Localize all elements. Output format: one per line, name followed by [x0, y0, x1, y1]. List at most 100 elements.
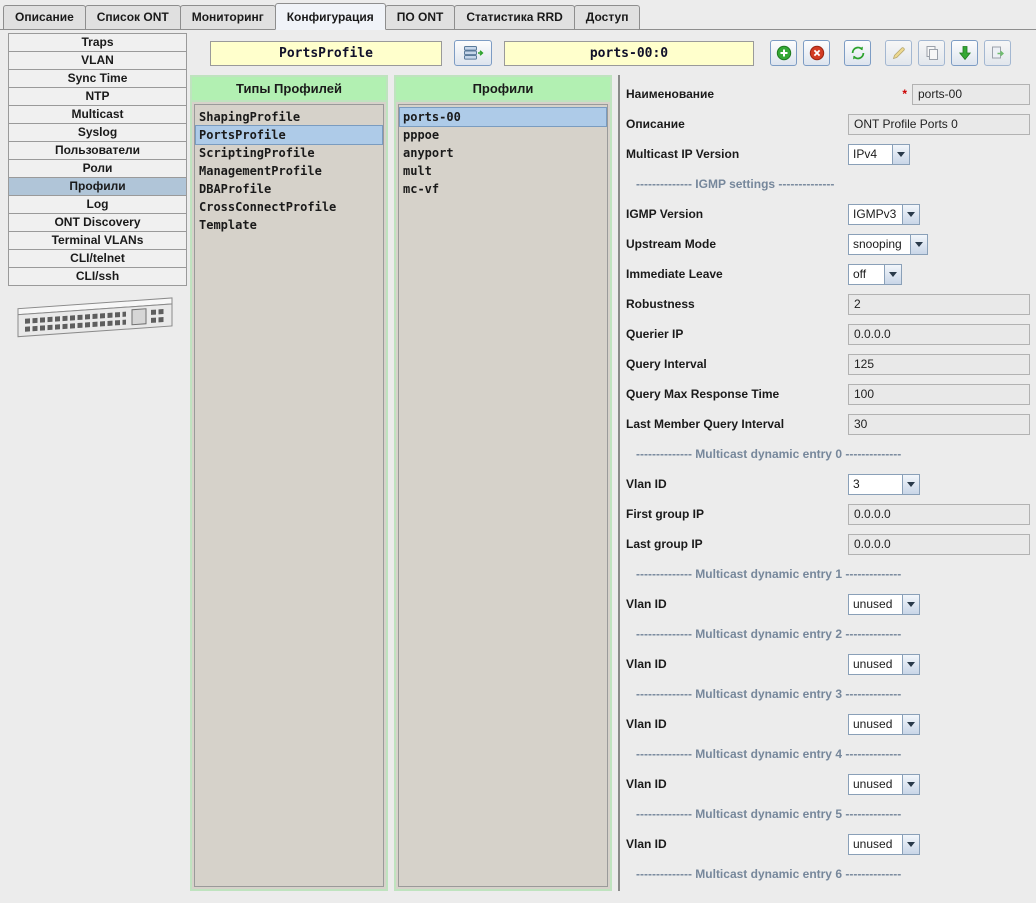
sidebar-item-roles[interactable]: Роли	[8, 159, 187, 178]
sidebar-item-cli-ssh[interactable]: CLI/ssh	[8, 267, 187, 286]
sidebar-item-terminal-vlans[interactable]: Terminal VLANs	[8, 231, 187, 250]
tab-configuration[interactable]: Конфигурация	[275, 3, 386, 30]
vlan-id-0-select[interactable]: 3	[848, 474, 920, 495]
profile-item-ports-00[interactable]: ports-00	[400, 108, 606, 126]
field-label: Last group IP	[626, 537, 848, 551]
chevron-down-icon[interactable]	[884, 265, 901, 284]
chevron-down-icon[interactable]	[902, 655, 919, 674]
type-item-scripting-profile[interactable]: ScriptingProfile	[196, 144, 382, 162]
tab-access[interactable]: Доступ	[574, 5, 641, 29]
chevron-down-icon[interactable]	[910, 235, 927, 254]
profile-item-mult[interactable]: mult	[400, 162, 606, 180]
chevron-down-icon[interactable]	[902, 595, 919, 614]
first-group-ip-input[interactable]	[848, 504, 1030, 525]
field-label: First group IP	[626, 507, 848, 521]
name-input[interactable]	[912, 84, 1030, 105]
vlan-id-2-select[interactable]: unused	[848, 654, 920, 675]
multicast-ip-version-select[interactable]: IPv4	[848, 144, 910, 165]
form-row: Multicast IP Version IPv4	[626, 139, 1030, 169]
pencil-icon	[891, 45, 907, 61]
sidebar-item-syslog[interactable]: Syslog	[8, 123, 187, 142]
form-row: Robustness	[626, 289, 1030, 319]
igmp-version-select[interactable]: IGMPv3	[848, 204, 920, 225]
sidebar-item-ont-discovery[interactable]: ONT Discovery	[8, 213, 187, 232]
add-button[interactable]	[770, 40, 797, 66]
refresh-button[interactable]	[844, 40, 871, 66]
type-item-template[interactable]: Template	[196, 216, 382, 234]
assign-profile-button[interactable]	[454, 40, 492, 66]
chevron-down-icon[interactable]	[902, 475, 919, 494]
form-section-row: -------------- Multicast dynamic entry 0…	[626, 439, 1030, 469]
vlan-id-4-select[interactable]: unused	[848, 774, 920, 795]
combo-value: unused	[849, 655, 902, 674]
sidebar-item-profiles[interactable]: Профили	[8, 177, 187, 196]
form-row: Наименование *	[626, 79, 1030, 109]
vlan-id-1-select[interactable]: unused	[848, 594, 920, 615]
profile-toolbar	[764, 40, 1011, 66]
immediate-leave-select[interactable]: off	[848, 264, 902, 285]
type-item-crossconnect-profile[interactable]: CrossConnectProfile	[196, 198, 382, 216]
type-item-shaping-profile[interactable]: ShapingProfile	[196, 108, 382, 126]
field-label: Upstream Mode	[626, 237, 848, 251]
download-button[interactable]	[951, 40, 978, 66]
chevron-down-icon[interactable]	[902, 715, 919, 734]
chevron-down-icon[interactable]	[902, 775, 919, 794]
sidebar-item-cli-telnet[interactable]: CLI/telnet	[8, 249, 187, 268]
tab-monitoring[interactable]: Мониторинг	[180, 5, 276, 29]
selected-profile-field: ports-00:0	[504, 41, 754, 66]
export-button[interactable]	[984, 40, 1011, 66]
combo-value: 3	[849, 475, 902, 494]
device-image	[14, 294, 187, 340]
chevron-down-icon[interactable]	[902, 205, 919, 224]
sidebar-item-traps[interactable]: Traps	[8, 33, 187, 52]
tab-description[interactable]: Описание	[3, 5, 86, 29]
profile-item-anyport[interactable]: anyport	[400, 144, 606, 162]
down-arrow-icon	[957, 45, 973, 61]
sidebar-item-ntp[interactable]: NTP	[8, 87, 187, 106]
field-label: Last Member Query Interval	[626, 417, 848, 431]
querier-ip-input[interactable]	[848, 324, 1030, 345]
field-label: IGMP Version	[626, 207, 848, 221]
copy-button[interactable]	[918, 40, 945, 66]
main-tab-bar: Описание Список ONT Мониторинг Конфигура…	[0, 0, 1036, 30]
refresh-icon	[850, 45, 866, 61]
multicast-dynamic-entry-6-header: -------------- Multicast dynamic entry 6…	[636, 867, 901, 881]
upstream-mode-select[interactable]: snooping	[848, 234, 928, 255]
type-item-management-profile[interactable]: ManagementProfile	[196, 162, 382, 180]
form-row: Vlan ID unused	[626, 649, 1030, 679]
last-member-query-interval-input[interactable]	[848, 414, 1030, 435]
field-label: Query Max Response Time	[626, 387, 848, 401]
sidebar-item-users[interactable]: Пользователи	[8, 141, 187, 160]
selected-profile-type-field: PortsProfile	[210, 41, 442, 66]
last-group-ip-input[interactable]	[848, 534, 1030, 555]
chevron-down-icon[interactable]	[902, 835, 919, 854]
form-row: Last group IP	[626, 529, 1030, 559]
sidebar-item-vlan[interactable]: VLAN	[8, 51, 187, 70]
tab-ont-list[interactable]: Список ONT	[85, 5, 181, 29]
description-input[interactable]	[848, 114, 1030, 135]
chevron-down-icon[interactable]	[892, 145, 909, 164]
vlan-id-5-select[interactable]: unused	[848, 834, 920, 855]
profile-item-pppoe[interactable]: pppoe	[400, 126, 606, 144]
sidebar-item-log[interactable]: Log	[8, 195, 187, 214]
profile-item-mc-vf[interactable]: mc-vf	[400, 180, 606, 198]
sidebar-item-multicast[interactable]: Multicast	[8, 105, 187, 124]
sidebar-item-sync-time[interactable]: Sync Time	[8, 69, 187, 88]
query-max-response-time-input[interactable]	[848, 384, 1030, 405]
form-section-row: -------------- Multicast dynamic entry 3…	[626, 679, 1030, 709]
multicast-dynamic-entry-2-header: -------------- Multicast dynamic entry 2…	[636, 627, 901, 641]
delete-button[interactable]	[803, 40, 830, 66]
type-item-dba-profile[interactable]: DBAProfile	[196, 180, 382, 198]
query-interval-input[interactable]	[848, 354, 1030, 375]
tab-rrd-statistics[interactable]: Статистика RRD	[454, 5, 574, 29]
robustness-input[interactable]	[848, 294, 1030, 315]
copy-icon	[924, 45, 940, 61]
form-row: Vlan ID unused	[626, 589, 1030, 619]
form-row: First group IP	[626, 499, 1030, 529]
type-item-ports-profile[interactable]: PortsProfile	[196, 126, 382, 144]
vlan-id-3-select[interactable]: unused	[848, 714, 920, 735]
sidebar: Traps VLAN Sync Time NTP Multicast Syslo…	[0, 30, 187, 903]
edit-button[interactable]	[885, 40, 912, 66]
tab-ont-firmware[interactable]: ПО ONT	[385, 5, 456, 29]
required-asterisk: *	[902, 87, 907, 101]
